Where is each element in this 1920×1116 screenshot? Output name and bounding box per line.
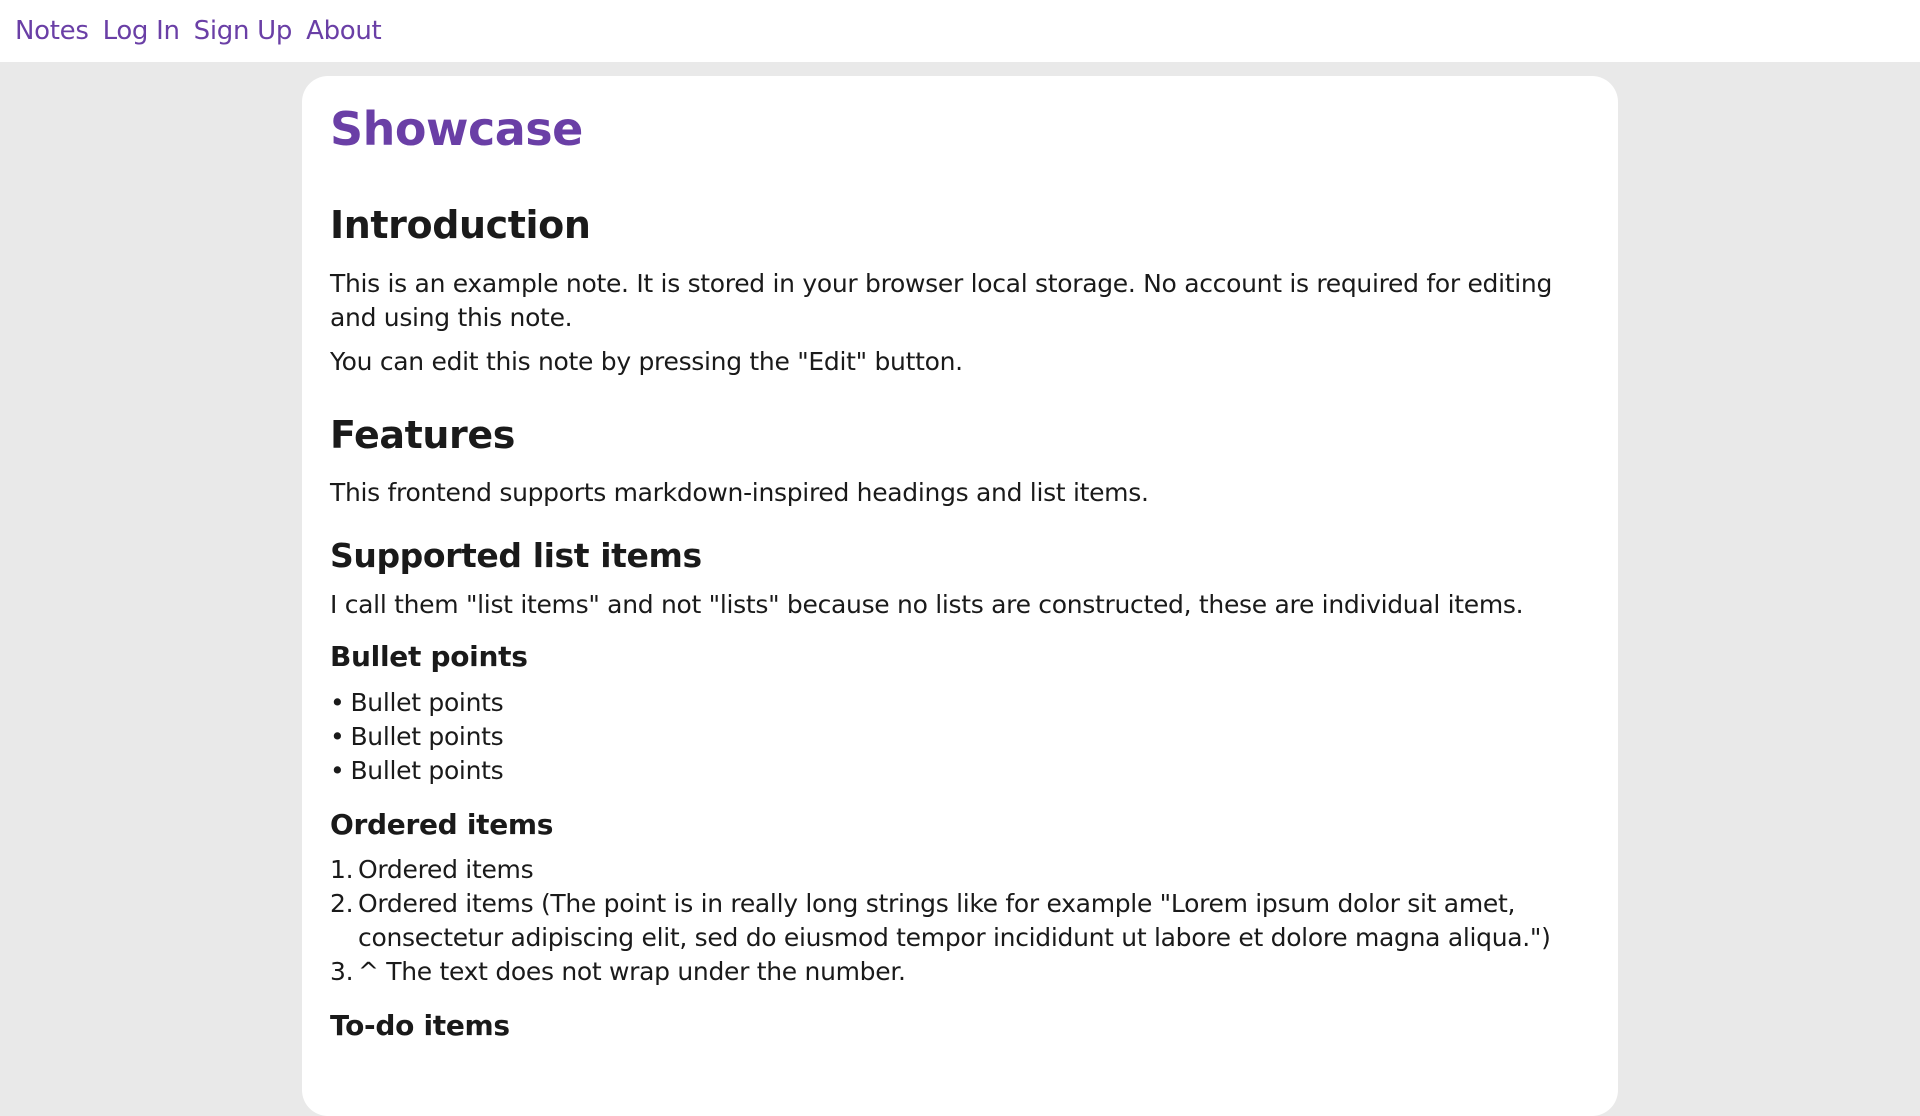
introduction-section: Introduction This is an example note. It… [330,203,1590,379]
nav-about-link[interactable]: About [306,16,382,46]
supported-list-items-paragraph: I call them "list items" and not "lists"… [330,589,1524,619]
bullet-icon: • [330,755,345,785]
features-paragraph: This frontend supports markdown-inspired… [330,478,1149,508]
bullet-points-heading: Bullet points [330,639,528,673]
introduction-paragraph-2: You can edit this note by pressing the "… [330,346,963,376]
ordered-item-text: ^ The text does not wrap under the numbe… [358,957,906,987]
ordered-item: 2. Ordered items (The point is in really… [330,887,1590,955]
list-item: • Bullet points [330,720,1590,754]
todo-items-heading: To-do items [330,1009,510,1043]
note-title: Showcase [330,102,583,156]
list-item-text: Bullet points [350,687,504,717]
bullet-icon: • [330,721,345,751]
list-item: • Bullet points [330,686,1590,720]
bullet-list: • Bullet points • Bullet points • Bullet… [330,686,1590,788]
supported-list-items-heading: Supported list items [330,536,702,576]
list-item-text: Bullet points [350,721,504,751]
list-item: • Bullet points [330,754,1590,788]
nav-signup-link[interactable]: Sign Up [194,16,293,46]
features-section: Features This frontend supports markdown… [330,413,1590,1043]
list-item-text: Bullet points [350,755,504,785]
nav-login-link[interactable]: Log In [103,16,180,46]
introduction-paragraph-1: This is an example note. It is stored in… [330,268,1553,332]
top-navigation: Notes Log In Sign Up About [0,0,1920,62]
introduction-heading: Introduction [330,203,591,248]
ordered-items-heading: Ordered items [330,807,554,841]
ordered-item-number: 3. [330,957,354,987]
ordered-item-number: 1. [330,855,354,885]
ordered-item-number: 2. [330,889,354,919]
ordered-item-text: Ordered items (The point is in really lo… [358,889,1551,953]
note-card: Showcase Introduction This is an example… [302,76,1618,1116]
ordered-item: 1. Ordered items [330,853,1590,887]
nav-notes-link[interactable]: Notes [15,16,89,46]
ordered-item-text: Ordered items [358,855,534,885]
ordered-list: 1. Ordered items 2. Ordered items (The p… [330,853,1590,989]
features-heading: Features [330,412,515,457]
ordered-item: 3. ^ The text does not wrap under the nu… [330,955,1590,989]
bullet-icon: • [330,687,345,717]
